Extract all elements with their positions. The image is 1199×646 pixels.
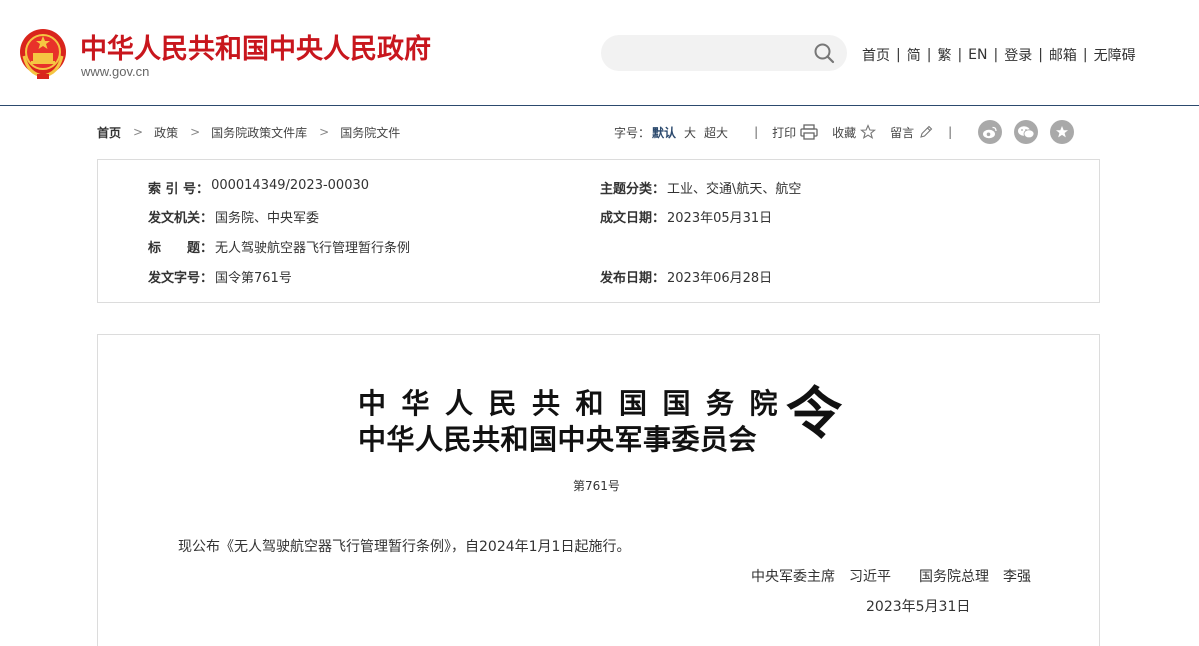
font-size-xlarge[interactable]: 超大 xyxy=(704,124,728,141)
breadcrumb-policy[interactable]: 政策 xyxy=(154,124,178,141)
meta-label: 成文日期： xyxy=(600,211,666,226)
decree-body: 现公布《无人驾驶航空器飞行管理暂行条例》，自2024年1月1日起施行。 xyxy=(178,539,631,555)
font-size-label: 字号： xyxy=(614,125,651,140)
meta-label: 标 题： xyxy=(148,241,214,256)
print-label: 打印 xyxy=(772,125,797,140)
meta-value: 国务院、中央军委 xyxy=(215,211,320,226)
site-url: www.gov.cn xyxy=(81,64,150,79)
nav-english[interactable]: EN xyxy=(968,47,987,63)
meta-value: 000014349/2023-00030 xyxy=(211,178,370,193)
top-nav: 首页 | 简 | 繁 | EN | 登录 | 邮箱 | 无障碍 xyxy=(862,45,1136,65)
meta-value: 2023年06月28日 xyxy=(667,271,773,286)
decree-issuer-line-2: 中华人民共和国中央军事委员会 xyxy=(358,423,758,456)
meta-written-date: 成文日期： 2023年05月31日 xyxy=(600,207,772,226)
font-size-large[interactable]: 大 xyxy=(684,124,696,141)
meta-publish-date: 发布日期： 2023年06月28日 xyxy=(600,267,772,286)
decree-suffix: 令 xyxy=(786,381,842,447)
nav-divider: | xyxy=(896,47,901,63)
favorite-button[interactable]: 收藏 xyxy=(832,124,877,141)
share-favorite[interactable] xyxy=(1050,120,1075,144)
nav-divider: | xyxy=(957,47,963,63)
wechat-icon xyxy=(1018,126,1035,139)
chevron-right-icon: > xyxy=(319,125,330,139)
meta-label: 发布日期： xyxy=(600,271,666,286)
meta-label: 发文字号： xyxy=(148,271,214,286)
meta-value: 工业、交通\航天、航空 xyxy=(667,182,802,197)
breadcrumb-home[interactable]: 首页 xyxy=(97,124,121,141)
search-input[interactable] xyxy=(617,43,797,63)
meta-title: 标 题： 无人驾驶航空器飞行管理暂行条例 xyxy=(148,237,410,256)
nav-login[interactable]: 登录 xyxy=(1004,45,1032,65)
comment-label: 留言 xyxy=(890,125,915,140)
decree-number: 第761号 xyxy=(573,479,620,493)
article-tools: 字号： 默认 大 超大 | 打印 收藏 留言 | xyxy=(614,120,1086,144)
meta-value: 无人驾驶航空器飞行管理暂行条例 xyxy=(215,241,411,256)
print-button[interactable]: 打印 xyxy=(772,124,818,141)
tools-divider: | xyxy=(948,125,953,139)
nav-accessibility[interactable]: 无障碍 xyxy=(1094,45,1136,65)
meta-label: 索 引 号： xyxy=(148,182,210,197)
share-wechat[interactable] xyxy=(1014,120,1039,144)
decree-issuer-line-1: 中华人民共和国国务院 xyxy=(358,387,794,420)
nav-simplified[interactable]: 简 xyxy=(907,45,921,65)
decree-signers: 中央军委主席 习近平 国务院总理 李强 xyxy=(751,569,1031,585)
search-box xyxy=(601,35,847,71)
nav-traditional[interactable]: 繁 xyxy=(937,45,951,65)
favorite-label: 收藏 xyxy=(832,125,857,140)
chevron-right-icon: > xyxy=(190,125,201,139)
breadcrumb: 首页 > 政策 > 国务院政策文件库 > 国务院文件 xyxy=(97,123,400,141)
nav-divider: | xyxy=(1082,47,1088,63)
nav-home[interactable]: 首页 xyxy=(862,45,890,65)
site-header: 中华人民共和国中央人民政府 www.gov.cn 首页 | 简 | 繁 | EN… xyxy=(0,0,1199,106)
meta-value: 国令第761号 xyxy=(215,271,292,286)
search-icon[interactable] xyxy=(813,42,835,64)
meta-category: 主题分类： 工业、交通\航天、航空 xyxy=(600,178,801,197)
meta-index-no: 索 引 号： 000014349/2023-00030 xyxy=(148,178,369,197)
pencil-icon xyxy=(920,125,933,138)
printer-icon xyxy=(800,124,818,140)
chevron-right-icon: > xyxy=(133,125,144,139)
comment-button[interactable]: 留言 xyxy=(890,124,934,141)
font-size-default[interactable]: 默认 xyxy=(652,124,676,141)
meta-doc-no: 发文字号： 国令第761号 xyxy=(148,267,292,286)
meta-label: 发文机关： xyxy=(148,211,214,226)
nav-divider: | xyxy=(993,47,999,63)
meta-label: 主题分类： xyxy=(600,182,666,197)
tools-divider: | xyxy=(754,125,759,139)
star-outline-icon xyxy=(860,124,877,140)
breadcrumb-policy-library[interactable]: 国务院政策文件库 xyxy=(211,124,307,141)
favorite-star-icon xyxy=(1056,126,1069,138)
decree-date: 2023年5月31日 xyxy=(866,599,971,615)
share-weibo[interactable] xyxy=(978,120,1003,144)
nav-mail[interactable]: 邮箱 xyxy=(1049,45,1077,65)
meta-value: 2023年05月31日 xyxy=(667,211,773,226)
breadcrumb-state-council-docs[interactable]: 国务院文件 xyxy=(340,124,400,141)
nav-divider: | xyxy=(926,47,932,63)
meta-issuer: 发文机关： 国务院、中央军委 xyxy=(148,207,319,226)
nav-divider: | xyxy=(1038,47,1043,63)
national-emblem-icon[interactable] xyxy=(18,26,68,80)
weibo-icon xyxy=(983,126,997,139)
site-name[interactable]: 中华人民共和国中央人民政府 xyxy=(80,27,431,66)
